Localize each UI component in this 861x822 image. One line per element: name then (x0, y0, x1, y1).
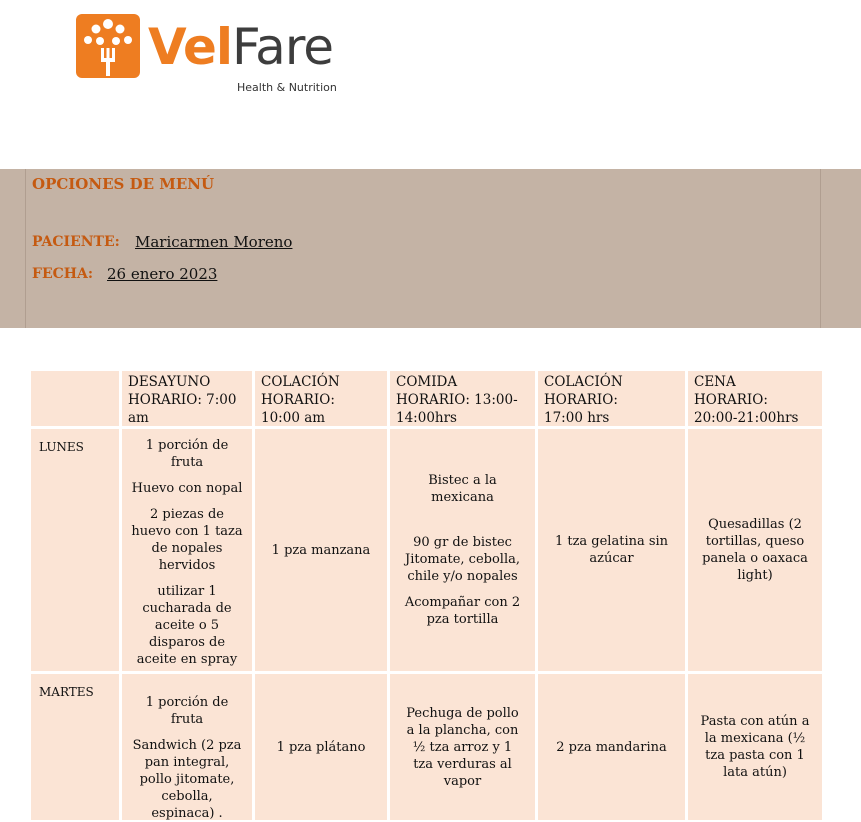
menu-item: Quesadillas (2 tortillas, queso panela o… (702, 517, 808, 583)
cell-lunes-cena: Quesadillas (2 tortillas, queso panela o… (688, 429, 822, 671)
menu-item: Sandwich (2 pza pan integral, pollo jito… (132, 738, 242, 821)
brand-name-vel: Vel (148, 18, 233, 76)
brand-tagline: Health & Nutrition (237, 81, 337, 94)
date-value: 26 enero 2023 (107, 265, 218, 283)
column-header-colacion-1: COLACIÓN HORARIO: 10:00 am (255, 371, 387, 426)
column-time: am (128, 410, 149, 426)
cell-lunes-comida: Bistec a la mexicana 90 gr de bistec Jit… (390, 429, 535, 671)
velfare-logo: VelFare Health & Nutrition (76, 14, 366, 94)
cell-lunes-colacion-1: 1 pza manzana (255, 429, 387, 671)
row-day-martes: MARTES (31, 674, 119, 820)
menu-item: 1 porción de fruta (145, 695, 229, 727)
cell-lunes-colacion-2: 1 tza gelatina sin azúcar (538, 429, 685, 671)
column-time: 10:00 am (261, 410, 326, 426)
date-label: FECHA: (32, 266, 94, 282)
column-schedule: HORARIO: (261, 392, 335, 408)
patient-name: Maricarmen Moreno (135, 233, 293, 251)
menu-title: OPCIONES DE MENÚ (32, 175, 215, 193)
menu-item: 90 gr de bistec Jitomate, cebolla, chile… (404, 535, 520, 584)
menu-item: 1 pza manzana (271, 542, 371, 558)
cell-martes-desayuno: 1 porción de fruta Sandwich (2 pza pan i… (122, 674, 252, 821)
menu-item: 2 pza mandarina (556, 739, 667, 755)
menu-item: 1 pza plátano (276, 739, 366, 755)
cell-martes-cena: Pasta con atún a la mexicana (½ tza past… (688, 674, 822, 820)
menu-item: 2 piezas de huevo con 1 taza de nopales … (131, 507, 243, 573)
menu-item: 1 tza gelatina sin azúcar (554, 534, 669, 566)
column-schedule: HORARIO: (544, 392, 618, 408)
column-title: CENA (694, 374, 736, 390)
column-schedule: HORARIO: (694, 392, 768, 408)
menu-item: utilizar 1 cucharada de aceite o 5 dispa… (136, 584, 238, 667)
menu-item: Huevo con nopal (131, 481, 243, 496)
menu-item: Bistec a la mexicana (428, 473, 497, 505)
cell-lunes-desayuno: 1 porción de fruta Huevo con nopal 2 pie… (122, 429, 252, 671)
brand-name-fare: Fare (232, 18, 334, 76)
column-header-comida: COMIDA HORARIO: 13:00- 14:00hrs (390, 371, 535, 426)
column-schedule: HORARIO: 7:00 (128, 392, 237, 408)
column-schedule: HORARIO: 13:00- (396, 392, 518, 408)
column-time: 17:00 hrs (544, 410, 610, 426)
column-header-colacion-2: COLACIÓN HORARIO: 17:00 hrs (538, 371, 685, 426)
menu-item: Pasta con atún a la mexicana (½ tza past… (700, 714, 810, 780)
menu-item: Acompañar con 2 pza tortilla (404, 595, 521, 627)
column-title: DESAYUNO (128, 374, 211, 390)
column-title: COMIDA (396, 374, 458, 390)
menu-item: 1 porción de fruta (145, 438, 229, 470)
column-header-desayuno: DESAYUNO HORARIO: 7:00 am (122, 371, 252, 426)
column-time: 14:00hrs (396, 410, 457, 426)
column-header-cena: CENA HORARIO: 20:00-21:00hrs (688, 371, 822, 426)
menu-item: Pechuga de pollo a la plancha, con ½ tza… (406, 705, 519, 789)
brand-wordmark: VelFare (148, 22, 334, 72)
table-corner-cell (31, 371, 119, 426)
tree-fork-logo-icon (76, 14, 140, 78)
column-time: 20:00-21:00hrs (694, 410, 799, 426)
row-day-lunes: LUNES (31, 429, 119, 671)
cell-martes-colacion-2: 2 pza mandarina (538, 674, 685, 820)
patient-label: PACIENTE: (32, 234, 120, 250)
column-title: COLACIÓN (261, 374, 340, 390)
cell-martes-colacion-1: 1 pza plátano (255, 674, 387, 820)
column-title: COLACIÓN (544, 374, 623, 390)
cell-martes-comida: Pechuga de pollo a la plancha, con ½ tza… (390, 674, 535, 820)
